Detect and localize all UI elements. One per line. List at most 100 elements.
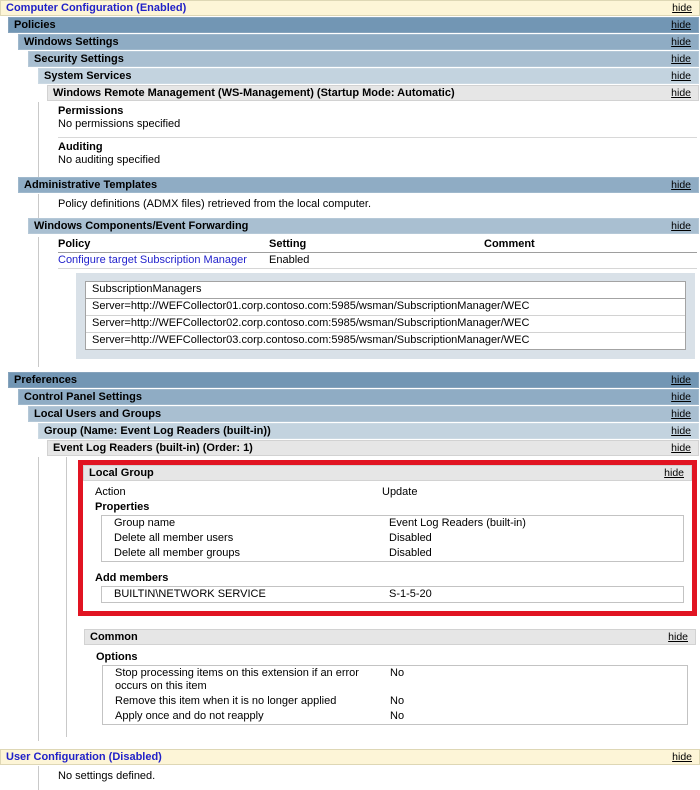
add-members-table: BUILTIN\NETWORK SERVICE S-1-5-20 xyxy=(101,586,684,603)
section-title: Event Log Readers (built-in) (Order: 1) xyxy=(53,442,253,454)
option-value: No xyxy=(390,667,687,693)
local-group-content: Action Update Properties Group name Even… xyxy=(83,481,692,611)
property-value: Disabled xyxy=(389,532,683,545)
hide-link[interactable]: hide xyxy=(668,631,688,643)
add-members-heading: Add members xyxy=(95,571,690,585)
section-header-security-settings[interactable]: Security Settings hide xyxy=(28,51,699,67)
hide-link[interactable]: hide xyxy=(671,425,691,437)
hide-link[interactable]: hide xyxy=(671,179,691,191)
property-row: Delete all member groups Disabled xyxy=(102,546,683,561)
section-header-local-group[interactable]: Local Group hide xyxy=(83,465,692,481)
section-header-local-users-and-groups[interactable]: Local Users and Groups hide xyxy=(28,406,699,422)
column-header-setting: Setting xyxy=(269,237,484,252)
section-header-administrative-templates[interactable]: Administrative Templates hide xyxy=(18,177,699,193)
section-title: System Services xyxy=(44,70,131,82)
admx-note: Policy definitions (ADMX files) retrieve… xyxy=(58,194,697,216)
column-header-policy: Policy xyxy=(58,237,269,252)
options-table: Stop processing items on this extension … xyxy=(102,665,688,725)
section-header-winrm-service[interactable]: Windows Remote Management (WS-Management… xyxy=(47,85,699,101)
section-header-system-services[interactable]: System Services hide xyxy=(38,68,699,84)
permissions-item: Permissions No permissions specified xyxy=(58,102,697,135)
user-configuration-content: No settings defined. xyxy=(38,766,699,790)
policy-table: Policy Setting Comment Configure target … xyxy=(58,237,697,269)
property-label: Delete all member users xyxy=(114,532,389,545)
option-value: No xyxy=(390,695,687,708)
option-label: Apply once and do not reapply xyxy=(115,710,390,723)
event-forwarding-content: Policy Setting Comment Configure target … xyxy=(38,237,699,367)
member-row: BUILTIN\NETWORK SERVICE S-1-5-20 xyxy=(102,587,683,602)
section-title: Administrative Templates xyxy=(24,179,157,191)
section-header-event-forwarding[interactable]: Windows Components/Event Forwarding hide xyxy=(28,218,699,234)
section-header-control-panel-settings[interactable]: Control Panel Settings hide xyxy=(18,389,699,405)
hide-link[interactable]: hide xyxy=(671,220,691,232)
properties-table: Group name Event Log Readers (built-in) … xyxy=(101,515,684,562)
policy-setting: Enabled xyxy=(269,253,484,268)
section-header-policies[interactable]: Policies hide xyxy=(8,17,699,33)
auditing-item: Auditing No auditing specified xyxy=(58,137,697,171)
section-title: Windows Remote Management (WS-Management… xyxy=(53,87,455,99)
option-row: Stop processing items on this extension … xyxy=(103,666,687,694)
policy-table-header: Policy Setting Comment xyxy=(58,237,697,253)
preferences-section: Preferences hide Control Panel Settings … xyxy=(0,372,700,741)
section-header-user-configuration[interactable]: User Configuration (Disabled) hide xyxy=(0,749,700,765)
properties-heading: Properties xyxy=(95,500,690,514)
hide-link[interactable]: hide xyxy=(671,36,691,48)
action-value: Update xyxy=(382,486,690,499)
hide-link[interactable]: hide xyxy=(672,2,692,14)
member-sid: S-1-5-20 xyxy=(389,588,683,601)
property-row: Group name Event Log Readers (built-in) xyxy=(102,516,683,531)
section-title: Windows Components/Event Forwarding xyxy=(34,220,248,232)
hide-link[interactable]: hide xyxy=(671,53,691,65)
section-title: Local Group xyxy=(89,467,154,479)
section-title: Group (Name: Event Log Readers (built-in… xyxy=(44,425,271,437)
property-label: Delete all member groups xyxy=(114,547,389,560)
policy-table-row: Configure target Subscription Manager En… xyxy=(58,253,697,269)
hide-link[interactable]: hide xyxy=(672,751,692,763)
section-header-common[interactable]: Common hide xyxy=(84,629,696,645)
hide-link[interactable]: hide xyxy=(671,391,691,403)
section-title: Preferences xyxy=(14,374,77,386)
action-label: Action xyxy=(95,486,382,499)
property-label: Group name xyxy=(114,517,389,530)
hide-link[interactable]: hide xyxy=(671,19,691,31)
permissions-heading: Permissions xyxy=(58,105,697,118)
hide-link[interactable]: hide xyxy=(671,408,691,420)
policy-link[interactable]: Configure target Subscription Manager xyxy=(58,253,269,268)
auditing-value: No auditing specified xyxy=(58,154,697,167)
property-value: Event Log Readers (built-in) xyxy=(389,517,683,530)
permissions-value: No permissions specified xyxy=(58,118,697,131)
auditing-heading: Auditing xyxy=(58,141,697,154)
common-content: Options Stop processing items on this ex… xyxy=(84,646,696,733)
user-configuration-section: User Configuration (Disabled) hide No se… xyxy=(0,749,700,790)
hide-link[interactable]: hide xyxy=(671,374,691,386)
hide-link[interactable]: hide xyxy=(664,467,684,479)
section-title: Computer Configuration (Enabled) xyxy=(6,2,186,14)
section-title: User Configuration (Disabled) xyxy=(6,751,162,763)
subscription-server-row: Server=http://WEFCollector01.corp.contos… xyxy=(86,299,685,315)
section-header-event-log-readers-order[interactable]: Event Log Readers (built-in) (Order: 1) … xyxy=(47,440,699,456)
section-header-preferences[interactable]: Preferences hide xyxy=(8,372,699,388)
hide-link[interactable]: hide xyxy=(671,87,691,99)
option-label: Remove this item when it is no longer ap… xyxy=(115,695,390,708)
gpo-report: Computer Configuration (Enabled) hide Po… xyxy=(0,0,700,790)
section-header-computer-configuration[interactable]: Computer Configuration (Enabled) hide xyxy=(0,0,700,16)
no-settings-note: No settings defined. xyxy=(58,766,697,788)
group-item-inner: Local Group hide Action Update Propertie… xyxy=(66,457,697,737)
option-label: Stop processing items on this extension … xyxy=(115,667,390,693)
group-item-content: Local Group hide Action Update Propertie… xyxy=(38,457,699,741)
subscription-server-row: Server=http://WEFCollector02.corp.contos… xyxy=(86,315,685,332)
administrative-templates-note-wrap: Policy definitions (ADMX files) retrieve… xyxy=(38,194,699,218)
section-title: Control Panel Settings xyxy=(24,391,142,403)
hide-link[interactable]: hide xyxy=(671,442,691,454)
section-header-windows-settings[interactable]: Windows Settings hide xyxy=(18,34,699,50)
property-value: Disabled xyxy=(389,547,683,560)
subscription-server-row: Server=http://WEFCollector03.corp.contos… xyxy=(86,332,685,349)
red-annotation-box: Local Group hide Action Update Propertie… xyxy=(78,460,697,616)
column-header-comment: Comment xyxy=(484,237,697,252)
subscription-managers-table: SubscriptionManagers Server=http://WEFCo… xyxy=(85,281,686,350)
action-row: Action Update xyxy=(95,485,690,500)
section-header-group[interactable]: Group (Name: Event Log Readers (built-in… xyxy=(38,423,699,439)
hide-link[interactable]: hide xyxy=(671,70,691,82)
section-title: Policies xyxy=(14,19,56,31)
policy-comment xyxy=(484,253,697,268)
